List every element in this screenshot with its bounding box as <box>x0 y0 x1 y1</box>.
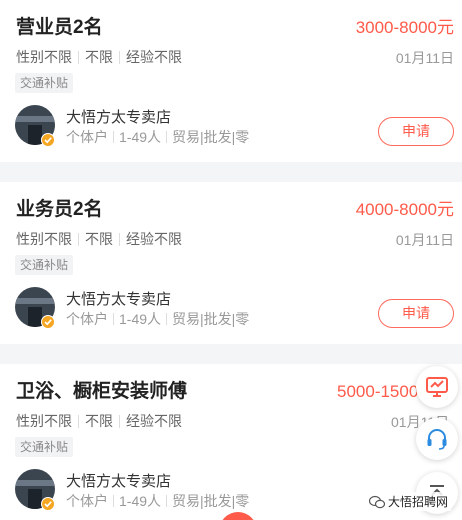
job-title: 业务员2名 <box>16 199 103 220</box>
benefit-tag: 交通补贴 <box>15 73 74 93</box>
watermark-text: 大悟招聘网 <box>388 495 449 509</box>
divider <box>166 495 168 507</box>
job-requirements: 性别不限 不限 经验不限 <box>16 47 182 67</box>
divider <box>113 313 114 325</box>
store-sign <box>15 298 55 304</box>
store-door <box>28 125 42 145</box>
store-door <box>28 307 42 327</box>
post-date: 01月11日 <box>395 232 454 248</box>
store-door <box>28 489 42 509</box>
customer-service-button[interactable] <box>416 418 458 460</box>
store-sign <box>15 480 55 486</box>
monitor-button[interactable] <box>416 366 458 408</box>
gender-requirement: 性别不限 <box>16 413 72 429</box>
divider <box>78 232 79 246</box>
post-date: 01月11日 <box>395 50 454 66</box>
benefit-tag: 交通补贴 <box>15 437 74 457</box>
job-requirements: 性别不限 不限 经验不限 <box>16 411 182 431</box>
job-salary: 4000-8000元 <box>355 200 454 219</box>
company-avatar[interactable] <box>15 469 55 511</box>
company-size: 1-49人 <box>119 311 162 327</box>
verified-badge-icon <box>41 133 55 147</box>
company-avatar[interactable] <box>15 287 55 329</box>
company-size: 1-49人 <box>119 129 162 145</box>
job-salary: 3000-8000元 <box>355 18 454 37</box>
store-sign <box>15 116 55 122</box>
divider <box>166 131 168 143</box>
education-requirement: 不限 <box>85 413 113 429</box>
company-type: 个体户 <box>66 129 108 145</box>
company-name[interactable]: 大悟方太专卖店 <box>66 288 171 309</box>
gender-requirement: 性别不限 <box>16 49 72 65</box>
apply-button[interactable]: 申请 <box>378 117 454 146</box>
education-requirement: 不限 <box>85 49 113 65</box>
divider <box>166 313 168 325</box>
experience-requirement: 经验不限 <box>126 231 182 247</box>
divider <box>78 50 79 64</box>
headset-icon <box>427 429 447 450</box>
job-title: 营业员2名 <box>16 17 103 38</box>
watermark: 大悟招聘网 <box>366 492 452 511</box>
wechat-icon <box>369 495 385 508</box>
job-card[interactable]: 业务员2名 4000-8000元 性别不限 不限 经验不限 01月11日 交通补… <box>0 182 462 344</box>
divider <box>113 131 114 143</box>
company-name[interactable]: 大悟方太专卖店 <box>66 106 171 127</box>
experience-requirement: 经验不限 <box>126 49 182 65</box>
divider <box>119 232 120 246</box>
company-industry: 贸易|批发|零 <box>172 129 250 145</box>
company-name[interactable]: 大悟方太专卖店 <box>66 470 171 491</box>
apply-button[interactable]: 申请 <box>378 299 454 328</box>
benefit-tag: 交通补贴 <box>15 255 74 275</box>
company-size: 1-49人 <box>119 493 162 509</box>
company-info: 个体户 1-49人 贸易|批发|零 <box>66 309 262 329</box>
divider <box>113 495 114 507</box>
job-card[interactable]: 营业员2名 3000-8000元 性别不限 不限 经验不限 01月11日 交通补… <box>0 0 462 162</box>
company-type: 个体户 <box>66 493 108 509</box>
monitor-icon <box>426 377 448 397</box>
job-requirements: 性别不限 不限 经验不限 <box>16 229 182 249</box>
gender-requirement: 性别不限 <box>16 231 72 247</box>
company-industry: 贸易|批发|零 <box>172 493 250 509</box>
company-info: 个体户 1-49人 贸易|批发|零 <box>66 491 262 511</box>
divider <box>119 414 120 428</box>
company-type: 个体户 <box>66 311 108 327</box>
education-requirement: 不限 <box>85 231 113 247</box>
company-industry: 贸易|批发|零 <box>172 311 250 327</box>
verified-badge-icon <box>41 315 55 329</box>
divider <box>119 50 120 64</box>
company-avatar[interactable] <box>15 105 55 147</box>
divider <box>78 414 79 428</box>
verified-badge-icon <box>41 497 55 511</box>
experience-requirement: 经验不限 <box>126 413 182 429</box>
job-title: 卫浴、橱柜安装师傅 <box>16 381 188 402</box>
company-info: 个体户 1-49人 贸易|批发|零 <box>66 127 262 147</box>
